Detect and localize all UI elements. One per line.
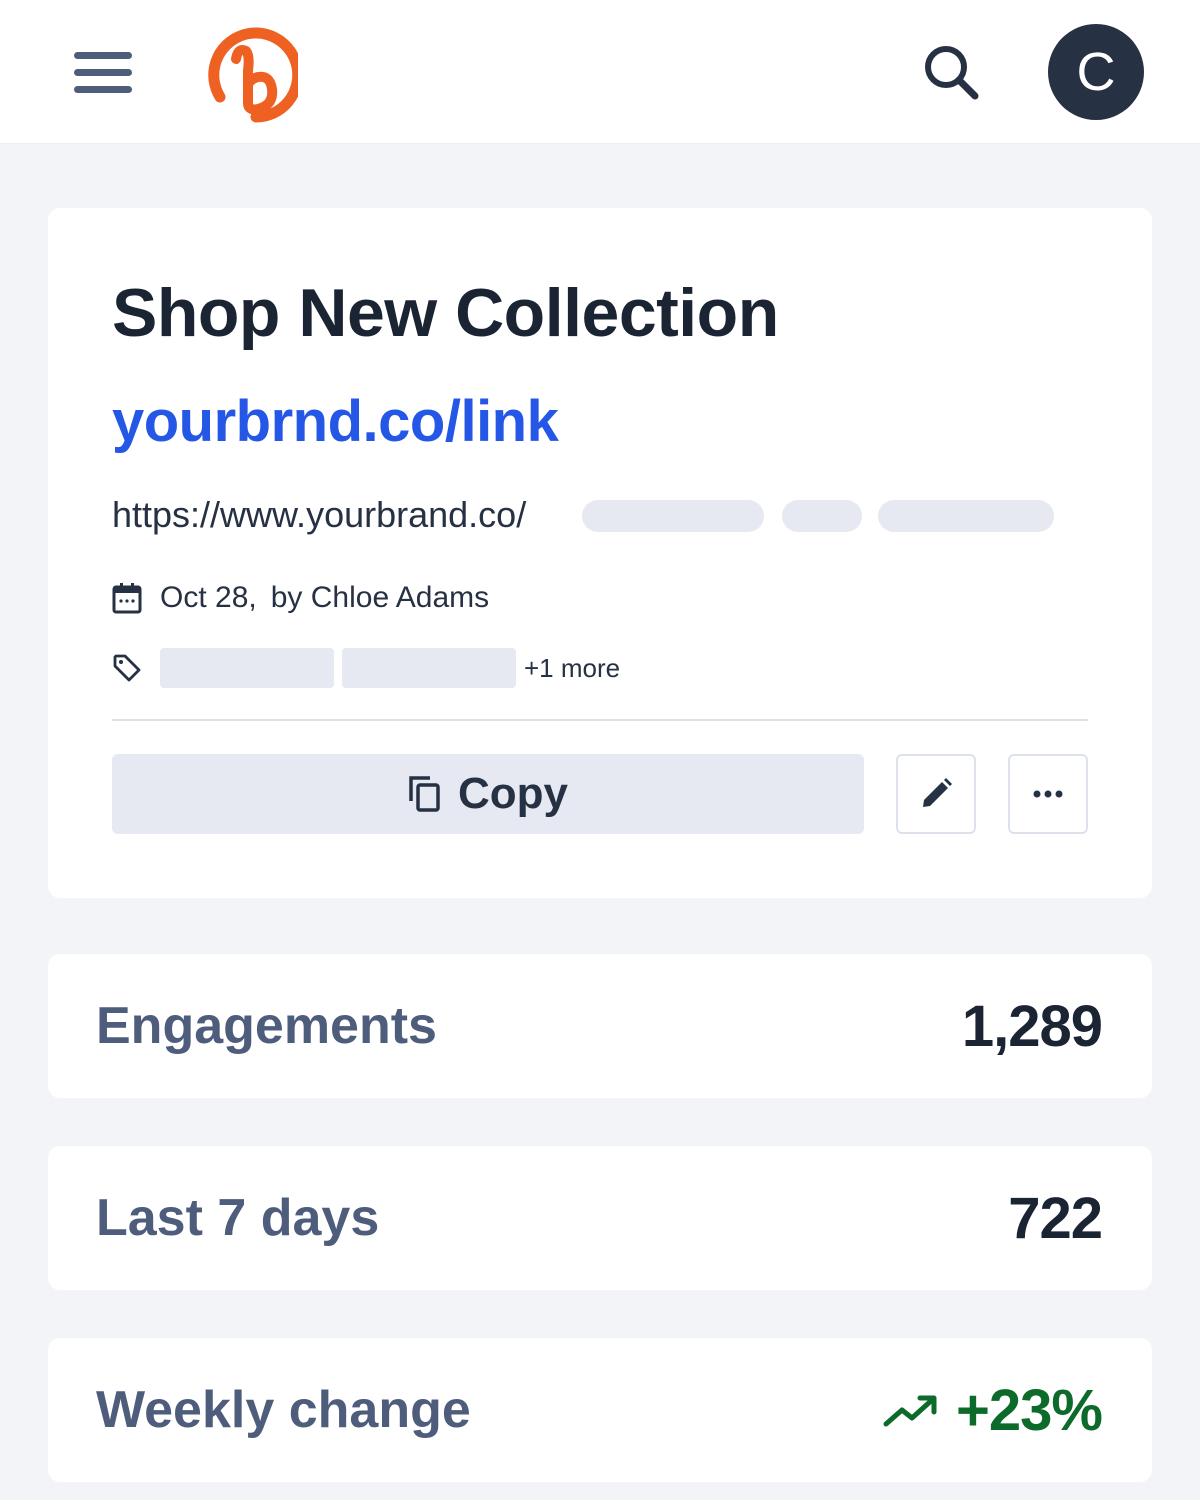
hamburger-line [74, 86, 132, 93]
copy-button[interactable]: Copy [112, 754, 864, 834]
tag-placeholder[interactable] [160, 648, 334, 688]
created-date: Oct 28, [160, 581, 257, 614]
stat-card-weekly-change: Weekly change +23% [48, 1338, 1152, 1482]
link-title: Shop New Collection [112, 275, 779, 351]
menu-button[interactable] [72, 50, 136, 94]
url-placeholder [878, 500, 1054, 532]
tags-row: +1 more [112, 648, 620, 688]
hamburger-menu-icon [74, 52, 132, 59]
stat-card-engagements: Engagements 1,289 [48, 954, 1152, 1098]
divider [112, 719, 1088, 721]
more-tags-link[interactable]: +1 more [524, 653, 620, 684]
calendar-icon [112, 583, 142, 614]
more-options-button[interactable] [1008, 754, 1088, 834]
top-bar: C [0, 0, 1200, 144]
short-link[interactable]: yourbrnd.co/link [112, 388, 559, 455]
copy-icon [409, 776, 440, 812]
bitly-logo[interactable] [198, 23, 298, 123]
avatar[interactable]: C [1048, 24, 1144, 120]
created-info: Oct 28, by Chloe Adams [112, 578, 489, 618]
trending-up-icon [883, 1395, 937, 1427]
url-placeholder [582, 500, 764, 532]
tag-placeholder[interactable] [342, 648, 516, 688]
stat-card-last-7-days: Last 7 days 722 [48, 1146, 1152, 1290]
stat-label: Weekly change [96, 1381, 471, 1439]
link-details-card: Shop New Collection yourbrnd.co/link htt… [48, 208, 1152, 898]
stat-value: 1,289 [961, 993, 1103, 1059]
search-icon [925, 46, 979, 100]
tag-icon [113, 654, 141, 682]
edit-button[interactable] [896, 754, 976, 834]
copy-label: Copy [458, 769, 568, 818]
pencil-icon [923, 778, 952, 807]
destination-url: https://www.yourbrand.co/ [112, 494, 527, 535]
weekly-change: +23% [882, 1377, 1103, 1444]
stat-label: Engagements [96, 997, 437, 1055]
more-horizontal-icon [1033, 790, 1063, 798]
stat-label: Last 7 days [96, 1189, 380, 1247]
stat-value: 722 [1008, 1185, 1103, 1251]
hamburger-line [74, 69, 132, 76]
url-placeholder [782, 500, 862, 532]
stat-value: +23% [956, 1377, 1103, 1443]
created-by: by Chloe Adams [270, 581, 490, 614]
search-button[interactable] [918, 40, 984, 106]
